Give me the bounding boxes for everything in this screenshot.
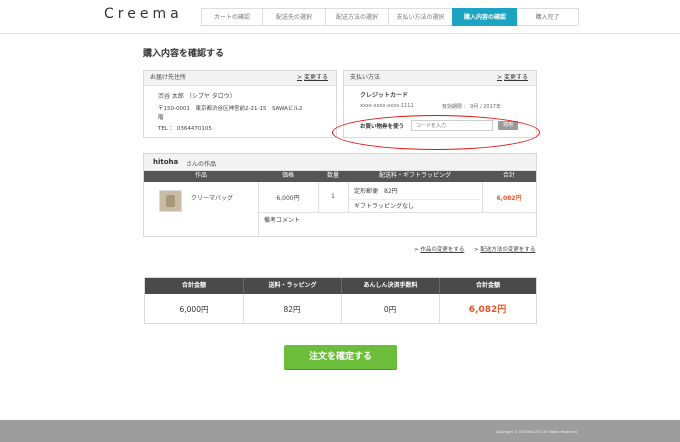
- annotation-ellipse: [332, 115, 540, 150]
- product-thumbnail[interactable]: [159, 190, 182, 212]
- col-divider: [258, 182, 259, 236]
- item-total: 6,082円: [496, 195, 522, 202]
- col-price: 価格: [258, 171, 318, 182]
- totals-head-fee: あんしん決済手数料: [341, 278, 439, 294]
- shipping-cell-divider: [350, 199, 480, 200]
- checkout-progress-steps: カートの確認 配送先の選択 配送方法の選択 支払い方法の選択 購入内容の確認 購…: [201, 8, 579, 26]
- totals-head-shipping: 送料・ラッピング: [243, 278, 341, 294]
- shop-name[interactable]: hitoha: [153, 158, 178, 166]
- product-qty: 1: [331, 193, 335, 200]
- shipping-panel-title: お届け先住所: [150, 74, 187, 81]
- step-shipping-address: 配送先の選択: [262, 8, 325, 26]
- row-divider: [258, 212, 536, 213]
- recipient-address-line2: 階: [158, 115, 164, 121]
- payment-panel-title: 支払い方法: [350, 74, 381, 81]
- change-shipping-link[interactable]: > 配送方法の変更をする: [474, 245, 535, 253]
- payment-panel-header: 支払い方法 > 変更する: [344, 71, 536, 86]
- page-title: 購入内容を確認する: [143, 49, 225, 59]
- payment-change-link[interactable]: > 変更する: [497, 71, 528, 85]
- step-confirm: 購入内容の確認: [452, 8, 517, 26]
- gift-wrapping: ギフトラッピングなし: [354, 203, 415, 210]
- recipient-tel: TEL ： 0364470105: [158, 126, 212, 132]
- payment-change-label: 変更する: [503, 74, 528, 81]
- totals-fee-value: 0円: [383, 305, 397, 314]
- copyright: Copyright © CREEMA LTD. All Rights Reser…: [495, 430, 578, 434]
- shop-header: hitoha さんの作品: [144, 154, 536, 171]
- totals-grand-value: 6,082円: [468, 305, 507, 315]
- totals-head-grand: 合計金額: [439, 278, 536, 294]
- col-divider: [348, 182, 349, 212]
- shipping-change-label: 変更する: [303, 74, 328, 81]
- change-item-link[interactable]: > 作品の変更をする: [414, 245, 464, 253]
- totals-shipping-value: 82円: [283, 305, 301, 314]
- bag-image: [166, 195, 175, 207]
- step-payment-method: 支払い方法の選択: [388, 8, 452, 26]
- shipping-method: 定形郵便 82円: [354, 188, 398, 195]
- col-total: 合計: [482, 171, 536, 182]
- header-divider: [0, 33, 680, 34]
- footer: [0, 420, 680, 442]
- shop-suffix: さんの作品: [186, 161, 217, 168]
- change-item-label: 作品の変更をする: [420, 247, 465, 253]
- card-number: xxxx-xxxx-xxxx-1111: [360, 103, 414, 109]
- col-item: 作品: [144, 171, 258, 182]
- shipping-panel-header: お届け先住所 > 変更する: [144, 71, 336, 86]
- card-expiry: 有効期限 ： 9月 / 2017年: [442, 104, 501, 110]
- chevron-right-icon: >: [496, 74, 502, 81]
- shipping-address-panel: お届け先住所 > 変更する 渋谷 太郎 （シブヤ タロウ） 〒150-0001 東…: [143, 70, 337, 138]
- product-price: 6,000円: [276, 195, 300, 202]
- step-shipping-method: 配送方法の選択: [325, 8, 388, 26]
- change-shipping-label: 配送方法の変更をする: [480, 247, 536, 253]
- totals-head-subtotal: 合計金額: [145, 278, 243, 294]
- totals-subtotal-value: 6,000円: [179, 305, 209, 314]
- payment-method-name: クレジットカード: [360, 92, 409, 99]
- step-cart: カートの確認: [201, 8, 262, 26]
- chevron-right-icon: >: [296, 74, 302, 81]
- col-qty: 数量: [318, 171, 348, 182]
- creema-logo[interactable]: Creema: [104, 6, 183, 22]
- confirm-order-button[interactable]: 注文を確定する: [284, 345, 397, 369]
- product-name[interactable]: クリーマバッグ: [191, 193, 233, 202]
- recipient-address: 〒150-0001 東京都渋谷区神宮前2-21-15 SAWAビル2: [158, 106, 303, 112]
- order-items-panel: hitoha さんの作品 作品 価格 数量 配送料・ギフトラッピング 合計 クリ…: [143, 153, 537, 237]
- totals-table: 合計金額 送料・ラッピング あんしん決済手数料 合計金額 6,000円 82円 …: [144, 277, 537, 324]
- shipping-change-link[interactable]: > 変更する: [297, 71, 328, 85]
- step-complete: 購入完了: [517, 8, 579, 26]
- col-shipping-gift: 配送料・ギフトラッピング: [348, 171, 482, 182]
- remarks-label: 備考コメント: [264, 217, 301, 224]
- recipient-name: 渋谷 太郎 （シブヤ タロウ）: [158, 93, 236, 100]
